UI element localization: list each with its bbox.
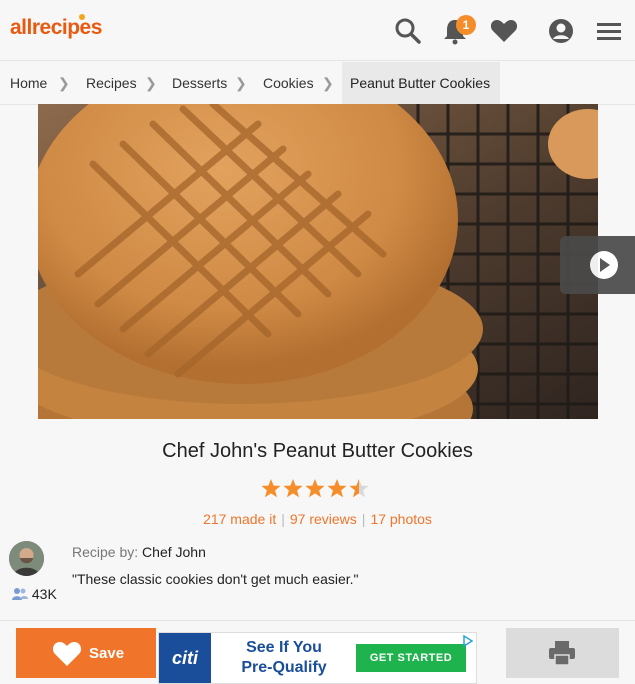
save-button-label: Save [89, 645, 125, 662]
site-logo[interactable]: allrecipes [10, 16, 102, 40]
search-icon[interactable] [393, 16, 423, 46]
followers-icon [12, 588, 28, 600]
heart-icon [52, 642, 82, 666]
ad-cta-button[interactable]: GET STARTED [356, 644, 466, 672]
star-icon [283, 479, 303, 498]
chevron-right-icon: ❯ [235, 75, 247, 91]
star-icon [305, 479, 325, 498]
recipe-title: Chef John's Peanut Butter Cookies [162, 440, 473, 462]
breadcrumb: Home ❯ Recipes ❯ Desserts ❯ Cookies ❯ Pe… [0, 62, 635, 105]
recipe-description: "These classic cookies don't get much ea… [72, 571, 359, 587]
recipe-stats: 217 made it | 97 reviews | 17 photos [0, 511, 635, 527]
ad-headline-line1: See If You [246, 639, 322, 656]
made-it-link[interactable]: 217 made it [203, 511, 276, 527]
recipe-by-label: Recipe by: [72, 544, 139, 560]
breadcrumb-current: Peanut Butter Cookies [342, 62, 500, 104]
save-button[interactable]: Save [16, 628, 156, 678]
star-icon [261, 479, 281, 498]
ad-headline: See If You Pre-Qualify [229, 638, 339, 678]
user-icon[interactable] [546, 16, 576, 46]
follower-count-value: 43K [31, 586, 57, 602]
menu-icon[interactable] [594, 16, 624, 46]
ad-brand-logo: citi [159, 633, 211, 683]
advertisement[interactable]: citi See If You Pre-Qualify GET STARTED [158, 632, 477, 684]
half-star-icon [349, 479, 369, 498]
star-icon [327, 479, 347, 498]
play-video-button[interactable] [560, 236, 635, 294]
avatar-image [9, 541, 44, 576]
ad-headline-line2: Pre-Qualify [241, 659, 327, 676]
chevron-right-icon: ❯ [145, 75, 157, 91]
play-icon [590, 251, 618, 279]
star-rating[interactable] [261, 477, 371, 499]
breadcrumb-desserts[interactable]: Desserts [172, 75, 227, 91]
recipe-by: Recipe by: Chef John [72, 544, 206, 560]
breadcrumb-current-label: Peanut Butter Cookies [350, 75, 491, 91]
photos-link[interactable]: 17 photos [370, 511, 432, 527]
print-icon [549, 641, 575, 666]
breadcrumb-recipes[interactable]: Recipes [86, 75, 137, 91]
logo-accent-dot [79, 14, 85, 20]
follower-count: 43K [12, 586, 57, 602]
stats-divider: | [361, 511, 366, 527]
adchoices-icon[interactable] [462, 635, 474, 647]
author-avatar[interactable] [9, 541, 44, 576]
cookie-stack-image [38, 104, 598, 419]
chevron-right-icon: ❯ [58, 75, 70, 91]
stats-divider: | [281, 511, 285, 527]
recipe-photo[interactable] [38, 104, 598, 419]
site-header: allrecipes 1 [0, 0, 635, 61]
print-button[interactable] [506, 628, 619, 678]
breadcrumb-home[interactable]: Home [10, 75, 47, 91]
breadcrumb-cookies[interactable]: Cookies [263, 75, 314, 91]
chevron-right-icon: ❯ [322, 75, 334, 91]
author-name[interactable]: Chef John [142, 544, 206, 560]
reviews-link[interactable]: 97 reviews [290, 511, 357, 527]
heart-icon[interactable] [489, 16, 519, 46]
notification-badge: 1 [456, 15, 476, 35]
